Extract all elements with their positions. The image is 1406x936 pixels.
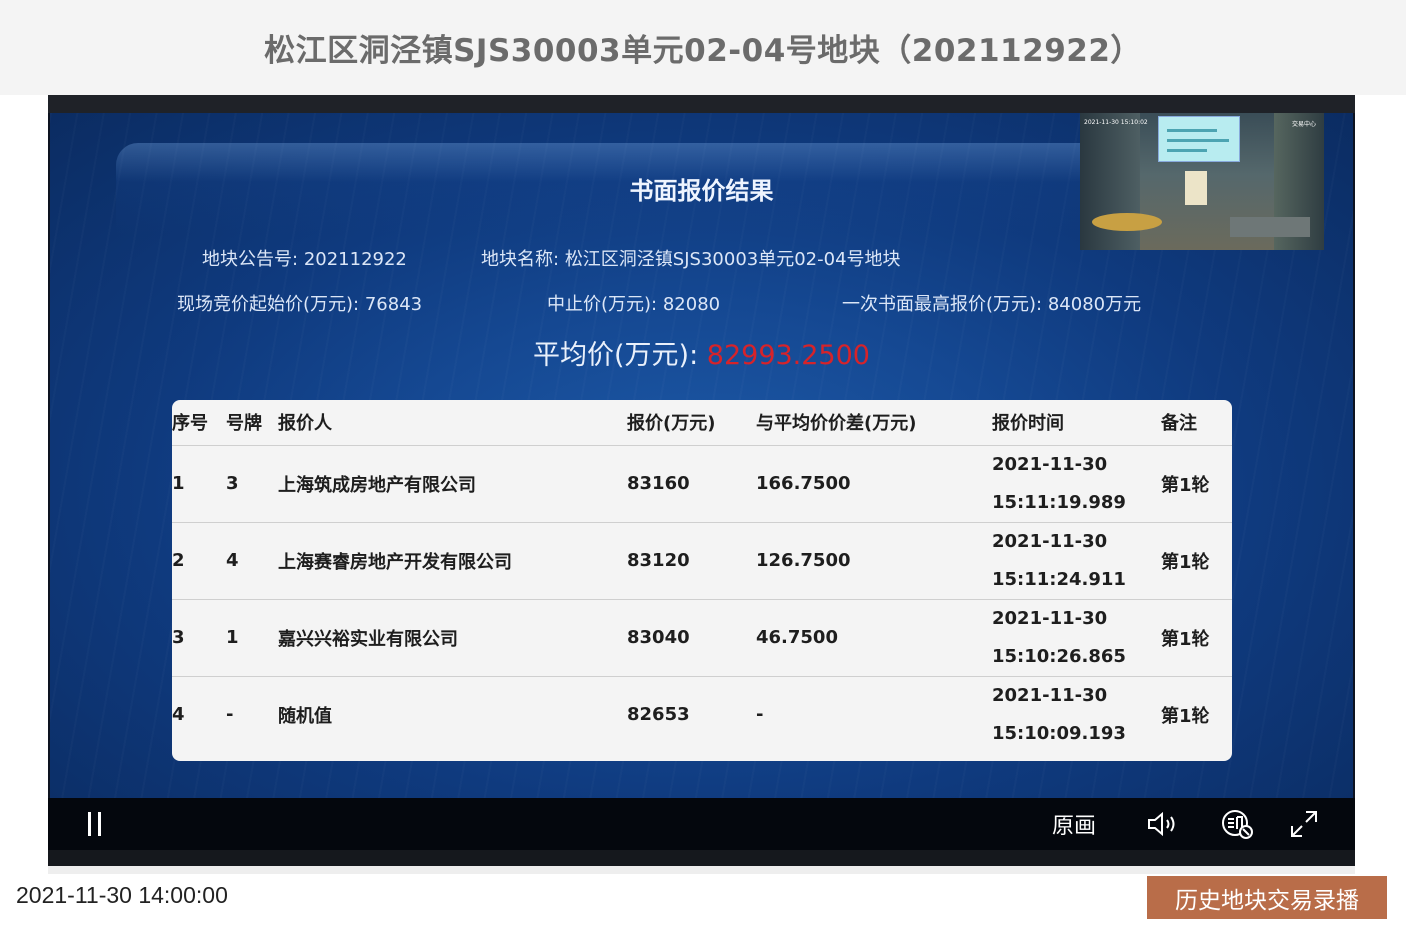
max-bid-info: 一次书面最高报价(万元): 84080万元 bbox=[842, 290, 1141, 316]
table-row: 2 4 上海赛睿房地产开发有限公司 83120 126.7500 2021-11… bbox=[172, 522, 1232, 600]
cell-note: 第1轮 bbox=[1161, 599, 1232, 677]
player-top-bar bbox=[48, 95, 1355, 113]
cell-bidder: 上海赛睿房地产开发有限公司 bbox=[278, 522, 627, 600]
cell-note: 第1轮 bbox=[1161, 445, 1232, 523]
cell-date: 2021-11-30 bbox=[992, 607, 1108, 629]
table-row: 1 3 上海筑成房地产有限公司 83160 166.7500 2021-11-3… bbox=[172, 445, 1232, 523]
cell-plate: 3 bbox=[226, 445, 278, 523]
cell-clock: 15:10:09.193 bbox=[992, 722, 1126, 744]
table-header-row: 序号 号牌 报价人 报价(万元) 与平均价价差(万元) 报价时间 备注 bbox=[172, 400, 1232, 446]
header-note: 备注 bbox=[1161, 400, 1232, 446]
table-row: 3 1 嘉兴兴裕实业有限公司 83040 46.7500 2021-11-30 … bbox=[172, 599, 1232, 677]
cell-date: 2021-11-30 bbox=[992, 453, 1108, 475]
header-time: 报价时间 bbox=[992, 400, 1161, 446]
footer-strip bbox=[48, 866, 1355, 874]
history-recordings-button[interactable]: 历史地块交易录播 bbox=[1147, 876, 1387, 919]
camera-pip[interactable]: 2021-11-30 15:10:02 交易中心 bbox=[1080, 113, 1324, 250]
notice-info: 地块公告号: 202112922 bbox=[202, 245, 407, 271]
stop-price-value: 82080 bbox=[662, 294, 721, 315]
cell-seq: 3 bbox=[172, 599, 226, 677]
bid-results-table: 序号 号牌 报价人 报价(万元) 与平均价价差(万元) 报价时间 备注 1 3 … bbox=[172, 400, 1232, 761]
page-header: 松江区洞泾镇SJS30003单元02-04号地块（202112922） bbox=[0, 0, 1406, 95]
broadcast-date: 2021-11-30 14:00:00 bbox=[16, 882, 228, 908]
cell-date: 2021-11-30 bbox=[992, 684, 1108, 706]
cell-date: 2021-11-30 bbox=[992, 530, 1108, 552]
header-diff: 与平均价价差(万元) bbox=[756, 400, 992, 446]
stop-price-label: 中止价(万元): bbox=[547, 294, 658, 315]
fullscreen-button[interactable] bbox=[1288, 798, 1320, 850]
start-price-label: 现场竞价起始价(万元): bbox=[177, 294, 360, 315]
cell-bidder: 上海筑成房地产有限公司 bbox=[278, 445, 627, 523]
cell-clock: 15:11:24.911 bbox=[992, 568, 1126, 590]
cell-price: 83040 bbox=[627, 599, 756, 677]
player-controls: 原画 bbox=[48, 798, 1355, 850]
cell-price: 82653 bbox=[627, 704, 690, 725]
header-price: 报价(万元) bbox=[627, 400, 756, 446]
danmaku-icon bbox=[1222, 810, 1253, 839]
cell-clock: 15:10:26.865 bbox=[992, 645, 1126, 667]
page-title: 松江区洞泾镇SJS30003单元02-04号地块（202112922） bbox=[264, 33, 1142, 69]
cell-diff: 166.7500 bbox=[756, 445, 992, 523]
cell-diff: - bbox=[756, 704, 764, 725]
notice-no: 202112922 bbox=[303, 249, 407, 270]
land-label: 地块名称: bbox=[481, 249, 560, 270]
avg-value: 82993.2500 bbox=[706, 340, 870, 371]
table-row: 4 - 随机值 82653 - 2021-11-30 15:10:09.193 … bbox=[172, 676, 1232, 753]
land-info: 地块名称: 松江区洞泾镇SJS30003单元02-04号地块 bbox=[481, 245, 901, 271]
notice-label: 地块公告号: bbox=[202, 249, 299, 270]
cell-diff: 126.7500 bbox=[756, 522, 992, 600]
danmaku-toggle[interactable] bbox=[1220, 798, 1256, 850]
cell-time: 2021-11-30 15:11:24.911 bbox=[992, 522, 1161, 600]
cell-bidder: 嘉兴兴裕实业有限公司 bbox=[278, 599, 627, 677]
cell-note: 第1轮 bbox=[1161, 705, 1210, 727]
max-bid-value: 84080万元 bbox=[1047, 294, 1142, 315]
cell-seq: 2 bbox=[172, 522, 226, 600]
player-bottom-bar bbox=[48, 850, 1355, 866]
header-plate: 号牌 bbox=[226, 400, 278, 446]
average-price: 平均价(万元): 82993.2500 bbox=[50, 333, 1353, 372]
volume-button[interactable] bbox=[1146, 798, 1182, 850]
cell-plate: 4 bbox=[226, 522, 278, 600]
avg-label: 平均价(万元): bbox=[533, 340, 699, 371]
cell-plate: 1 bbox=[226, 599, 278, 677]
pip-brand: 交易中心 bbox=[1291, 121, 1316, 128]
cell-diff: 46.7500 bbox=[756, 599, 992, 677]
cell-seq: 4 bbox=[172, 704, 185, 725]
quality-button[interactable]: 原画 bbox=[1052, 798, 1096, 850]
cell-clock: 15:11:19.989 bbox=[992, 491, 1126, 513]
cell-bidder: 随机值 bbox=[278, 705, 332, 727]
cell-price: 83120 bbox=[627, 522, 756, 600]
start-price-value: 76843 bbox=[364, 294, 423, 315]
pip-desk bbox=[1092, 213, 1162, 231]
fullscreen-icon bbox=[1291, 811, 1317, 837]
pip-desk-right bbox=[1230, 217, 1310, 237]
video-player[interactable]: 书面报价结果 地块公告号: 202112922 地块名称: 松江区洞泾镇SJS3… bbox=[48, 95, 1355, 866]
pip-screen bbox=[1158, 116, 1240, 162]
pip-timestamp: 2021-11-30 15:10:02 bbox=[1084, 119, 1148, 126]
header-seq: 序号 bbox=[172, 400, 226, 446]
start-price-info: 现场竞价起始价(万元): 76843 bbox=[177, 290, 422, 316]
cell-time: 2021-11-30 15:11:19.989 bbox=[992, 445, 1161, 523]
volume-icon bbox=[1148, 811, 1175, 837]
cell-time: 2021-11-30 15:10:26.865 bbox=[992, 599, 1161, 677]
land-name: 松江区洞泾镇SJS30003单元02-04号地块 bbox=[564, 249, 901, 270]
video-frame[interactable]: 书面报价结果 地块公告号: 202112922 地块名称: 松江区洞泾镇SJS3… bbox=[50, 113, 1353, 798]
page-footer: 2021-11-30 14:00:00 历史地块交易录播 bbox=[0, 866, 1406, 936]
cell-seq: 1 bbox=[172, 445, 226, 523]
cell-price: 83160 bbox=[627, 445, 756, 523]
pip-podium bbox=[1185, 171, 1207, 205]
stop-price-info: 中止价(万元): 82080 bbox=[547, 290, 720, 316]
max-bid-label: 一次书面最高报价(万元): bbox=[842, 294, 1043, 315]
cell-note: 第1轮 bbox=[1161, 522, 1232, 600]
cell-plate: - bbox=[226, 704, 234, 725]
header-bidder: 报价人 bbox=[278, 400, 627, 446]
pause-icon bbox=[88, 812, 91, 836]
cell-time: 2021-11-30 15:10:09.193 bbox=[992, 676, 1161, 753]
pause-button[interactable] bbox=[88, 798, 110, 850]
